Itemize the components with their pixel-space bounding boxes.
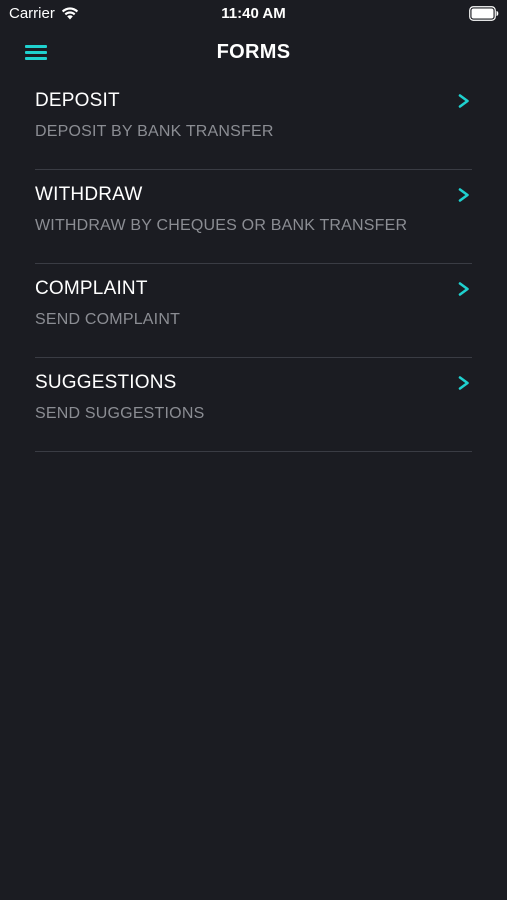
chevron-right-icon: [458, 94, 469, 108]
nav-bar: FORMS: [0, 28, 507, 76]
chevron-right-icon: [458, 188, 469, 202]
chevron-right-icon: [458, 376, 469, 390]
page-title: FORMS: [216, 41, 291, 63]
form-item-deposit[interactable]: DEPOSIT DEPOSIT BY BANK TRANSFER: [35, 76, 472, 170]
form-item-withdraw[interactable]: WITHDRAW WITHDRAW BY CHEQUES OR BANK TRA…: [35, 170, 472, 264]
form-item-title: SUGGESTIONS: [35, 372, 177, 393]
status-time: 11:40 AM: [221, 5, 286, 22]
form-item-title: COMPLAINT: [35, 278, 148, 299]
form-item-subtitle: WITHDRAW BY CHEQUES OR BANK TRANSFER: [35, 217, 408, 234]
chevron-right-icon: [458, 282, 469, 296]
form-item-subtitle: SEND SUGGESTIONS: [35, 405, 205, 422]
form-item-subtitle: DEPOSIT BY BANK TRANSFER: [35, 123, 274, 140]
form-item-complaint[interactable]: COMPLAINT SEND COMPLAINT: [35, 264, 472, 358]
forms-list: DEPOSIT DEPOSIT BY BANK TRANSFER WITHDRA…: [35, 76, 472, 452]
form-item-title: WITHDRAW: [35, 184, 143, 205]
battery-icon: [469, 6, 499, 21]
form-item-suggestions[interactable]: SUGGESTIONS SEND SUGGESTIONS: [35, 358, 472, 452]
form-item-title: DEPOSIT: [35, 90, 120, 111]
status-bar: Carrier 11:40 AM: [0, 0, 507, 28]
form-item-subtitle: SEND COMPLAINT: [35, 311, 181, 328]
